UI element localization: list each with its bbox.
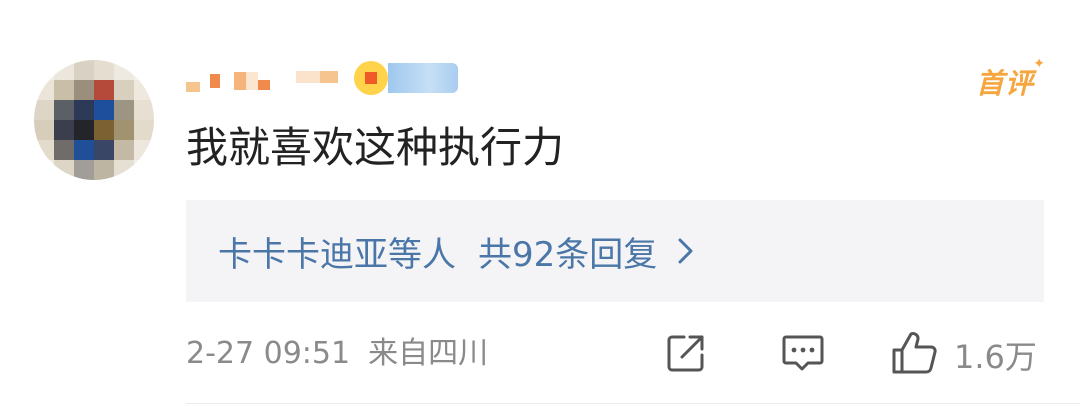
crown-icon	[354, 61, 388, 95]
share-button[interactable]	[664, 332, 708, 378]
chevron-right-icon	[675, 236, 697, 266]
username-obscured[interactable]	[186, 64, 338, 98]
thumbs-up-icon	[890, 330, 940, 380]
comment-text: 我就喜欢这种执行力	[186, 123, 565, 172]
divider	[186, 403, 1080, 404]
timestamp: 2-27 09:51	[186, 336, 351, 371]
comment-icon	[780, 331, 826, 379]
reply-user-names: 卡卡卡迪亚等人	[218, 234, 456, 275]
location: 来自四川	[368, 336, 489, 371]
comment-meta: 2-27 09:51 来自四川	[186, 330, 488, 378]
first-comment-badge: 首评 ✦	[975, 56, 1046, 100]
like-button[interactable]: 1.6万	[890, 332, 1037, 378]
comment-item: 首评 ✦ 我就喜欢这种执行力 卡卡卡迪亚等人 共92条回复 2-27 09:51 来…	[0, 0, 1080, 406]
reply-count: 共92条回复	[478, 234, 658, 275]
like-count: 1.6万	[954, 338, 1037, 376]
vip-badge-obscured	[354, 60, 458, 96]
avatar[interactable]	[34, 60, 154, 180]
comment-button[interactable]	[780, 332, 826, 378]
replies-summary-button[interactable]: 卡卡卡迪亚等人 共92条回复	[186, 200, 1044, 302]
share-icon	[664, 331, 708, 379]
sparkle-icon: ✦	[1033, 56, 1046, 72]
